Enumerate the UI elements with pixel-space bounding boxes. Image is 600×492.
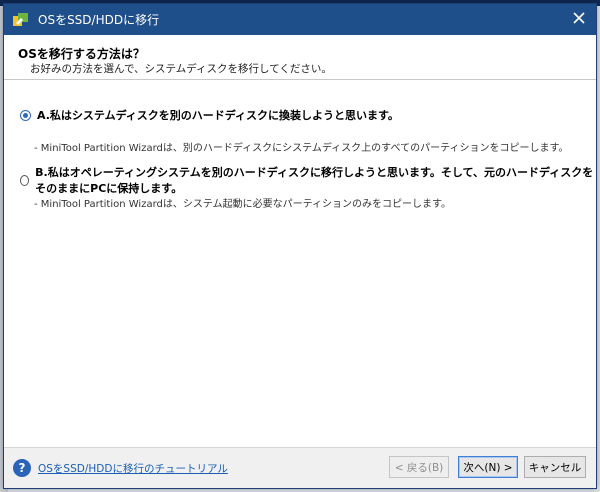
header-title: OSを移行する方法は？ [18, 47, 145, 61]
radio-unselected-icon[interactable] [20, 174, 30, 186]
radio-selected-icon[interactable] [20, 109, 31, 121]
app-logo-icon [12, 11, 30, 29]
help-icon[interactable]: ? [13, 459, 31, 477]
back-button[interactable]: < 戻る(B) [389, 456, 449, 478]
option-a-radio[interactable]: A.私はシステムディスクを別のハードディスクに換装しようと思います。 [20, 107, 399, 123]
tutorial-link[interactable]: OSをSSD/HDDに移行のチュートリアル [38, 461, 228, 476]
cancel-button[interactable]: キャンセル [524, 456, 586, 478]
dialog-header: OSを移行する方法は？ お好みの方法を選んで、システムディスクを移行してください… [4, 35, 596, 80]
window-title: OSをSSD/HDDに移行 [38, 13, 160, 27]
migrate-os-dialog: OSをSSD/HDDに移行 OSを移行する方法は？ お好みの方法を選んで、システ… [3, 3, 597, 489]
option-b-description: - MiniTool Partition Wizardは、システム起動に必要なパ… [34, 199, 451, 210]
close-icon [573, 12, 585, 27]
option-a-description: - MiniTool Partition Wizardは、別のハードディスクにシ… [34, 143, 569, 154]
close-button[interactable] [562, 4, 596, 35]
header-subtitle: お好みの方法を選んで、システムディスクを移行してください。 [30, 63, 332, 75]
option-a-label[interactable]: A.私はシステムディスクを別のハードディスクに換装しようと思います。 [37, 107, 399, 123]
option-b-label[interactable]: B.私はオペレーティングシステムを別のハードディスクに移行しようと思います。そし… [35, 164, 596, 196]
options-panel: A.私はシステムディスクを別のハードディスクに換装しようと思います。 - Min… [4, 80, 596, 448]
title-bar: OSをSSD/HDDに移行 [4, 4, 596, 35]
dialog-footer: ? OSをSSD/HDDに移行のチュートリアル < 戻る(B) 次へ(N) > … [4, 447, 596, 488]
next-button[interactable]: 次へ(N) > [458, 456, 518, 478]
option-b-radio[interactable]: B.私はオペレーティングシステムを別のハードディスクに移行しようと思います。そし… [20, 164, 596, 196]
